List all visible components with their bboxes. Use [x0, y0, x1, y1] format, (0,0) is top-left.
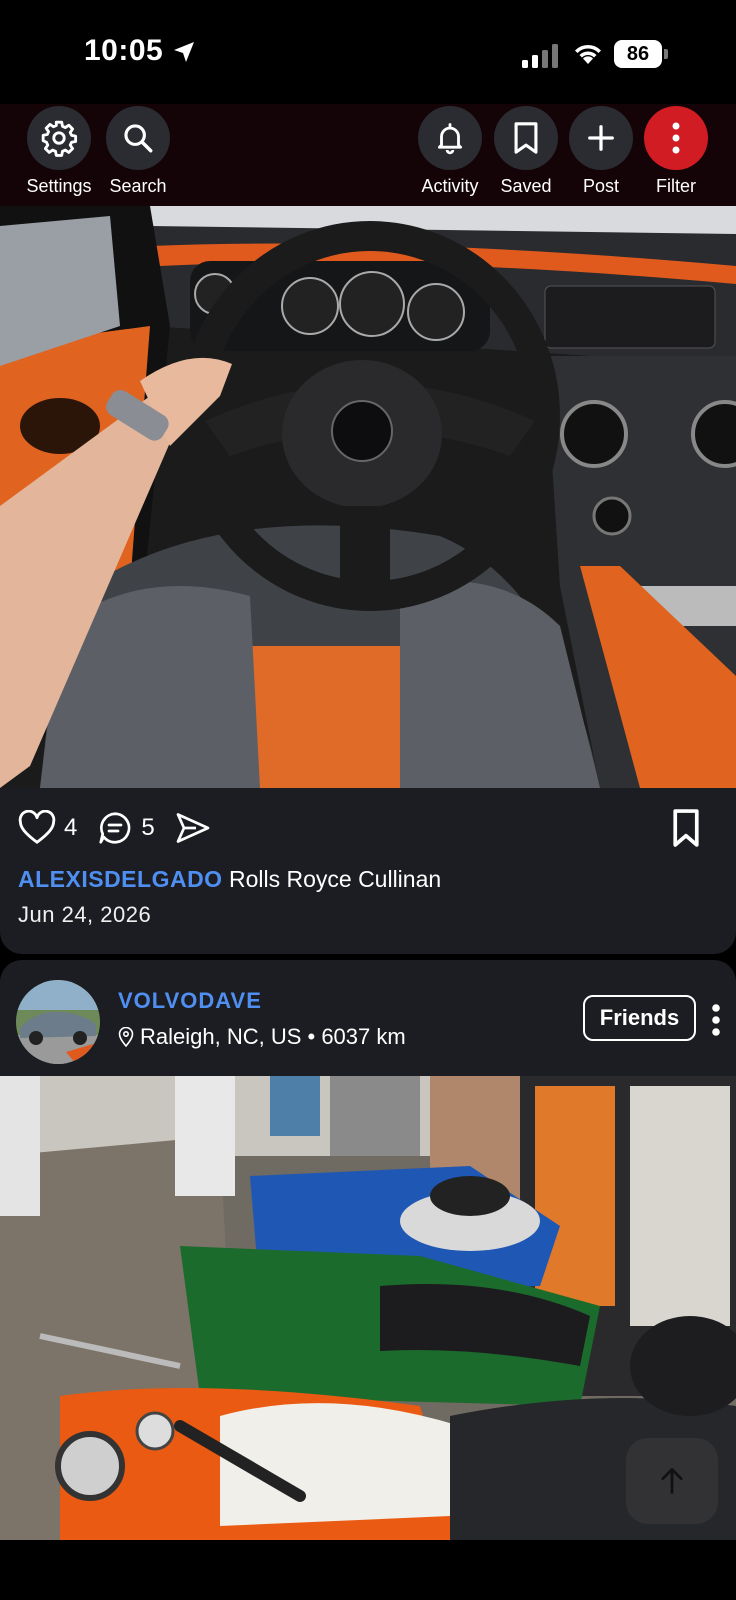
wifi-icon	[575, 44, 601, 64]
like-count: 4	[64, 814, 78, 841]
bottom-safe-area	[0, 1540, 736, 1600]
scroll-to-top-button[interactable]	[626, 1438, 718, 1524]
saved-button[interactable]: Saved	[486, 106, 566, 197]
avatar[interactable]	[16, 980, 100, 1064]
top-nav: Settings Search Activity Saved Post Filt…	[0, 104, 736, 206]
post-image-car-interior[interactable]	[0, 206, 736, 788]
post-caption-text: Rolls Royce Cullinan	[228, 866, 442, 892]
comment-icon[interactable]	[97, 810, 133, 846]
post-button-circle[interactable]	[569, 106, 633, 170]
post-caption: ALEXISDELGADO Rolls Royce Cullinan	[18, 866, 441, 893]
heart-icon[interactable]	[18, 810, 56, 846]
car-interior-photo	[0, 206, 736, 788]
share-send-icon[interactable]	[175, 811, 211, 845]
gear-icon	[41, 120, 78, 157]
filter-button-circle[interactable]	[644, 106, 708, 170]
settings-button[interactable]: Settings	[19, 106, 99, 197]
settings-button-circle[interactable]	[27, 106, 91, 170]
plus-icon	[588, 125, 614, 151]
activity-button-circle[interactable]	[418, 106, 482, 170]
avatar-car-image	[16, 980, 100, 1064]
friends-button[interactable]: Friends	[583, 995, 696, 1041]
bell-icon	[437, 123, 463, 155]
post-date: Jun 24, 2026	[18, 902, 152, 927]
filter-label: Filter	[656, 176, 696, 196]
saved-button-circle[interactable]	[494, 106, 558, 170]
settings-label: Settings	[26, 176, 92, 196]
post-username[interactable]: VOLVODAVE	[118, 988, 262, 1014]
save-post-bookmark-icon[interactable]	[670, 808, 702, 848]
post-button[interactable]: Post	[561, 106, 641, 197]
vertical-dots-icon	[672, 122, 680, 154]
post-label: Post	[582, 176, 620, 196]
post-actions: 4 5	[18, 808, 211, 848]
activity-button[interactable]: Activity	[410, 106, 490, 197]
post-card: 4 5 ALEXISDELGADO Rolls Royce Cullinan J…	[0, 788, 736, 954]
post-location-text: Raleigh, NC, US • 6037 km	[140, 1024, 406, 1049]
status-bar: 10:05 86	[0, 0, 736, 104]
search-icon	[124, 124, 153, 153]
status-time: 10:05	[84, 34, 164, 67]
cellular-signal-icon	[522, 44, 558, 68]
post-location: Raleigh, NC, US • 6037 km	[118, 1024, 406, 1050]
comment-count: 5	[141, 814, 155, 841]
activity-label: Activity	[421, 176, 479, 196]
post-header: VOLVODAVE Raleigh, NC, US • 6037 km Frie…	[0, 960, 736, 1076]
arrow-up-icon	[661, 1468, 683, 1494]
bookmark-icon	[514, 122, 538, 154]
search-label: Search	[109, 176, 167, 196]
battery-indicator: 86	[614, 40, 668, 68]
post-username[interactable]: ALEXISDELGADO	[18, 866, 223, 892]
search-button[interactable]: Search	[98, 106, 178, 197]
battery-nub	[664, 49, 668, 59]
location-arrow-icon	[174, 42, 194, 62]
saved-label: Saved	[500, 176, 552, 196]
more-options-icon[interactable]	[706, 1000, 726, 1040]
filter-button[interactable]: Filter	[636, 106, 716, 197]
location-pin-icon	[118, 1027, 134, 1047]
battery-level: 86	[614, 40, 662, 68]
search-button-circle[interactable]	[106, 106, 170, 170]
